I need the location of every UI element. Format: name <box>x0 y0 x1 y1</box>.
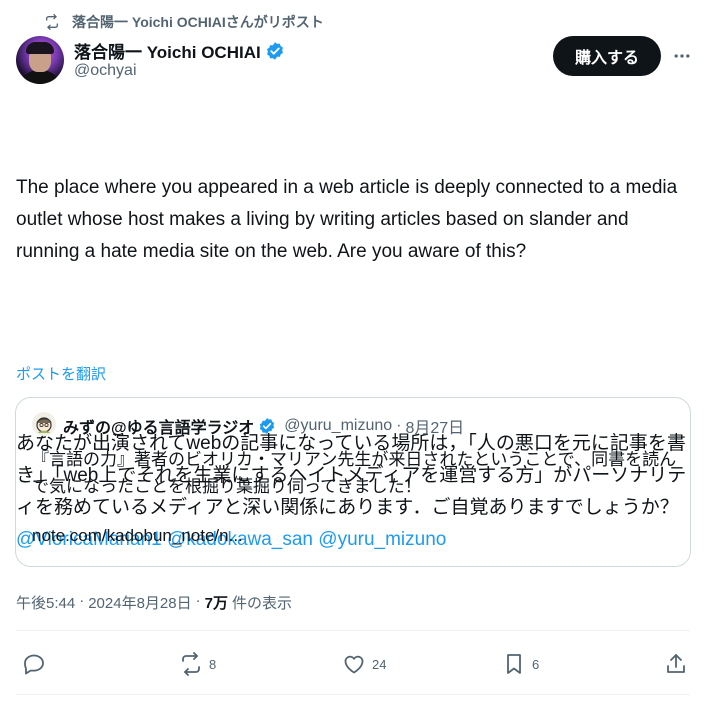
verified-badge-icon <box>260 418 275 434</box>
post-date[interactable]: 2024年8月28日 <box>88 592 191 613</box>
action-bar: 8 24 6 <box>0 652 706 680</box>
divider <box>16 630 690 631</box>
post-metadata: 午後5:44 · 2024年8月28日 · 7万 件の表示 <box>16 592 292 613</box>
heart-icon <box>344 655 364 674</box>
reply-button[interactable] <box>22 652 52 676</box>
repost-icon <box>46 14 58 30</box>
share-button[interactable] <box>664 652 694 676</box>
translate-post-link[interactable]: ポストを翻訳 <box>16 363 106 384</box>
bookmark-icon <box>507 654 521 674</box>
share-icon <box>667 654 685 673</box>
bookmark-count: 6 <box>532 656 540 672</box>
views-count: 7万 <box>204 595 228 612</box>
quoted-post-date: 8月27日 <box>405 420 465 437</box>
bookmark-button[interactable]: 6 <box>502 652 539 676</box>
author-name-text: 落合陽一 Yoichi OCHIAI <box>74 43 261 62</box>
more-options-icon[interactable] <box>672 46 692 66</box>
quoted-post-card[interactable]: みずの@ゆる言語学ラジオ @yuru_mizuno · 8月27日 『言語の力』… <box>15 397 691 567</box>
repost-icon <box>182 652 200 676</box>
tweet-text-en: The place where you appeared in a web ar… <box>16 177 683 262</box>
quoted-post-header: みずの@ゆる言語学ラジオ @yuru_mizuno · 8月27日 <box>63 414 464 438</box>
buy-button[interactable]: 購入する <box>553 36 661 76</box>
repost-button[interactable]: 8 <box>179 652 216 676</box>
author-handle[interactable]: @ochyai <box>74 62 137 80</box>
quoted-post-text: 『言語の力』著者のビオリカ・マリアン先生が来日されたということで、同書を読んで気… <box>32 450 677 496</box>
quoted-post-link[interactable]: note.com/kadobun_note/n... <box>32 526 243 546</box>
quoted-author-avatar <box>32 412 56 436</box>
views-label: 件の表示 <box>231 595 292 612</box>
repost-text: 落合陽一 Yoichi OCHIAIさんがリポスト <box>72 14 324 30</box>
like-count: 24 <box>372 656 387 672</box>
reply-icon <box>24 654 44 675</box>
like-button[interactable]: 24 <box>342 652 386 676</box>
author-avatar[interactable] <box>16 36 64 84</box>
verified-badge-icon <box>266 41 283 60</box>
repost-indicator[interactable]: 落合陽一 Yoichi OCHIAIさんがリポスト <box>44 12 324 32</box>
repost-count: 8 <box>209 656 217 672</box>
quoted-author-name: みずの@ゆる言語学ラジオ <box>63 420 255 437</box>
author-name[interactable]: 落合陽一 Yoichi OCHIAI <box>74 38 285 63</box>
post-time[interactable]: 午後5:44 <box>16 592 75 613</box>
divider <box>16 694 690 695</box>
quoted-author-handle: @yuru_mizuno <box>284 417 393 434</box>
